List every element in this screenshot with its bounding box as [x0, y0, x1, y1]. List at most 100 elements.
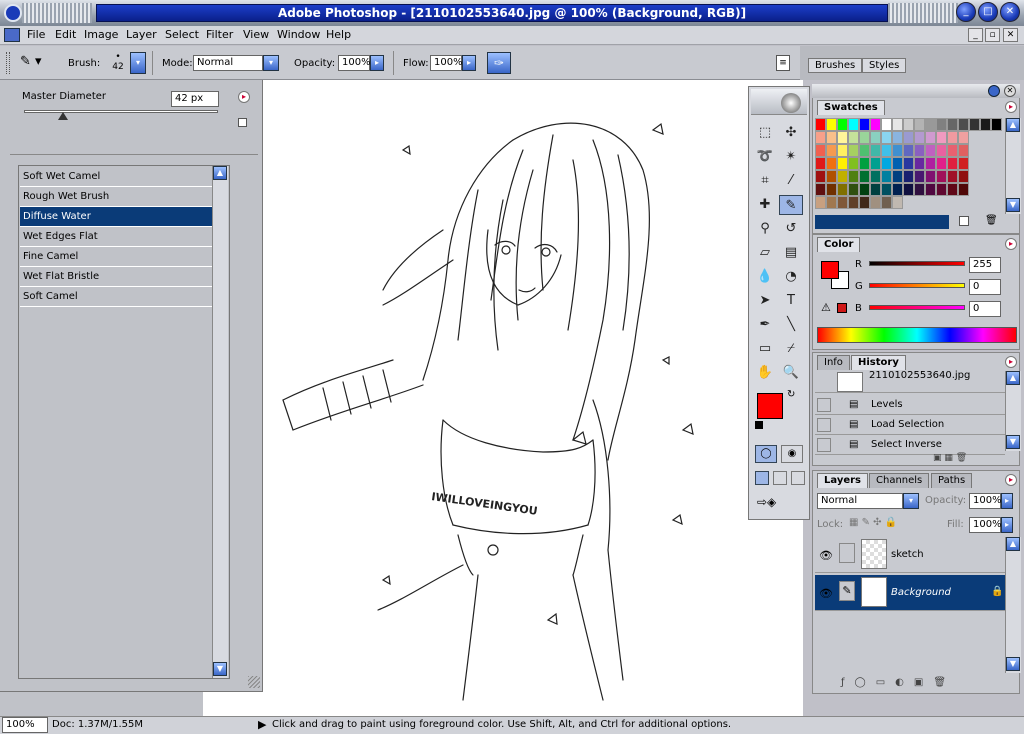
document-canvas[interactable]: IWILLOVEINGYOU — [263, 80, 803, 718]
history-item[interactable]: ▤ Select Inverse — [815, 435, 1005, 455]
screen-mode-full-icon[interactable] — [791, 471, 805, 485]
slice-tool-icon[interactable]: ⁄ — [779, 171, 803, 191]
swatch[interactable] — [892, 144, 903, 157]
type-tool-icon[interactable]: T — [779, 291, 803, 311]
swatch[interactable] — [892, 170, 903, 183]
gamut-color-swatch[interactable] — [837, 303, 847, 313]
doc-minimize-icon[interactable]: _ — [968, 28, 983, 42]
menu-file[interactable]: File — [27, 28, 45, 42]
swatch[interactable] — [848, 183, 859, 196]
swatch[interactable] — [947, 118, 958, 131]
default-colors-icon[interactable] — [755, 421, 763, 429]
swatch-grid[interactable] — [815, 118, 1005, 214]
menu-window[interactable]: Window — [277, 28, 320, 42]
magic-wand-icon[interactable]: ✴ — [779, 147, 803, 167]
swatch[interactable] — [892, 157, 903, 170]
menu-select[interactable]: Select — [165, 28, 199, 42]
history-brush-source-icon[interactable] — [817, 398, 831, 412]
swatch[interactable] — [892, 131, 903, 144]
swatch[interactable] — [881, 144, 892, 157]
swatch[interactable] — [958, 170, 969, 183]
brush-picker-button[interactable]: ▾ — [130, 52, 146, 74]
eyedropper-icon[interactable]: ⌿ — [779, 339, 803, 359]
swatch[interactable] — [914, 170, 925, 183]
swatch[interactable] — [870, 118, 881, 131]
crop-tool-icon[interactable]: ⌗ — [753, 171, 777, 191]
opacity-field[interactable]: 100% — [338, 55, 371, 71]
eraser-tool-icon[interactable]: ▱ — [753, 243, 777, 263]
swatch[interactable] — [947, 183, 958, 196]
swatch[interactable] — [936, 183, 947, 196]
layers-menu-icon[interactable]: ▸ — [1005, 474, 1017, 486]
new-preset-icon[interactable] — [238, 118, 247, 127]
swatch[interactable] — [848, 144, 859, 157]
link-slot[interactable] — [839, 543, 855, 563]
screen-mode-standard-icon[interactable] — [755, 471, 769, 485]
swatch[interactable] — [936, 170, 947, 183]
mode-dropdown-icon[interactable]: ▾ — [263, 55, 279, 71]
swatch[interactable] — [870, 170, 881, 183]
zoom-field[interactable]: 100% — [2, 717, 48, 733]
swatch[interactable] — [837, 170, 848, 183]
layers-scrollbar[interactable]: ▲ ▼ — [1005, 537, 1021, 673]
brush-preset-item[interactable]: Rough Wet Brush — [20, 187, 212, 207]
swatch[interactable] — [837, 131, 848, 144]
history-actions-icons[interactable]: ▣ ▦ 🗑 — [933, 453, 993, 463]
history-scrollbar[interactable]: ▲ ▼ — [1005, 371, 1021, 451]
swatch[interactable] — [925, 118, 936, 131]
menu-image[interactable]: Image — [84, 28, 118, 42]
swatch[interactable] — [848, 170, 859, 183]
swatch[interactable] — [815, 183, 826, 196]
scroll-up-icon[interactable]: ▲ — [1006, 118, 1020, 132]
new-swatch-icon[interactable] — [959, 216, 969, 226]
swatch[interactable] — [903, 183, 914, 196]
swatch[interactable] — [903, 131, 914, 144]
swatch[interactable] — [925, 183, 936, 196]
brush-panel-menu-icon[interactable]: ▸ — [238, 91, 250, 103]
path-selection-icon[interactable]: ➤ — [753, 291, 777, 311]
brush-preset-item[interactable]: Soft Camel — [20, 287, 212, 307]
dodge-tool-icon[interactable]: ◔ — [779, 267, 803, 287]
swatch[interactable] — [859, 131, 870, 144]
swatch[interactable] — [837, 196, 848, 209]
swatch[interactable] — [881, 196, 892, 209]
master-diameter-slider[interactable] — [24, 110, 218, 113]
swatch[interactable] — [870, 144, 881, 157]
brush-preset-item[interactable]: Wet Edges Flat — [20, 227, 212, 247]
fill-field[interactable]: 100% — [969, 517, 1002, 533]
swatch[interactable] — [848, 118, 859, 131]
swatch[interactable] — [958, 144, 969, 157]
history-brush-icon[interactable]: ↺ — [779, 219, 803, 239]
menu-edit[interactable]: Edit — [55, 28, 76, 42]
swatch[interactable] — [936, 144, 947, 157]
master-diameter-field[interactable]: 42 px — [171, 91, 219, 107]
history-item[interactable]: ▤ Levels — [815, 395, 1005, 415]
clone-stamp-icon[interactable]: ⚲ — [753, 219, 777, 239]
swatch[interactable] — [815, 170, 826, 183]
g-slider[interactable] — [869, 283, 965, 288]
swatch[interactable] — [881, 170, 892, 183]
swatch[interactable] — [925, 131, 936, 144]
quickmask-mode-icon[interactable]: ◉ — [781, 445, 803, 463]
swatch[interactable] — [947, 157, 958, 170]
swatch[interactable] — [936, 157, 947, 170]
menu-help[interactable]: Help — [326, 28, 351, 42]
swatch[interactable] — [892, 183, 903, 196]
color-foreground[interactable] — [821, 261, 839, 279]
lock-icons[interactable]: ▦ ✎ ✣ 🔒 — [849, 517, 929, 528]
swatch[interactable] — [914, 157, 925, 170]
swatch[interactable] — [859, 144, 870, 157]
blur-tool-icon[interactable]: 💧 — [753, 267, 777, 287]
swatch[interactable] — [903, 118, 914, 131]
swatch[interactable] — [969, 118, 980, 131]
brush-preview-icon[interactable]: • 42 — [110, 52, 126, 76]
brush-list-scrollbar[interactable]: ▲ ▼ — [212, 166, 228, 678]
swatch[interactable] — [881, 157, 892, 170]
scroll-down-icon[interactable]: ▼ — [213, 662, 227, 676]
opacity-arrow-icon[interactable]: ▸ — [370, 55, 384, 71]
layer-opacity-arrow-icon[interactable]: ▸ — [1001, 493, 1013, 509]
maximize-icon[interactable]: □ — [978, 2, 998, 22]
swatch[interactable] — [958, 131, 969, 144]
eye-icon[interactable]: 👁 — [819, 549, 833, 562]
slider-thumb[interactable] — [57, 112, 68, 120]
